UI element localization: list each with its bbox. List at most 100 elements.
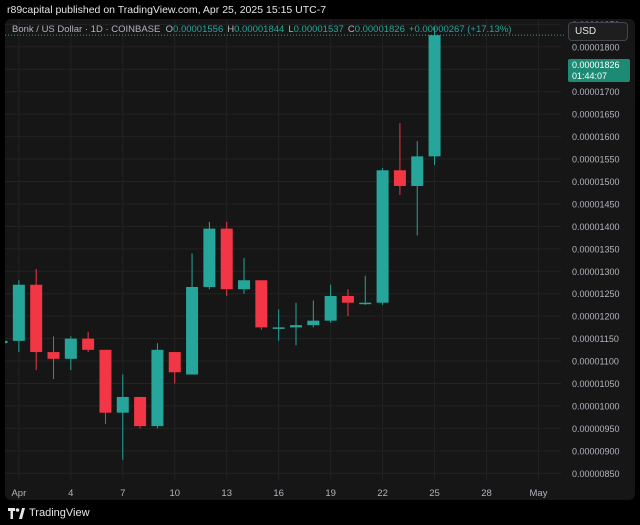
- tradingview-brand[interactable]: TradingView: [8, 507, 90, 519]
- candle-up[interactable]: [203, 221, 216, 290]
- candle-up[interactable]: [238, 257, 251, 294]
- symbol-name: Bonk / US Dollar · 1D · COINBASE: [12, 24, 161, 35]
- candlestick-chart[interactable]: 0.000018500.000018000.000017500.00001700…: [5, 19, 635, 500]
- candle-down[interactable]: [82, 331, 95, 353]
- candle-up[interactable]: [359, 275, 372, 305]
- price-tick-label: 0.00001550: [572, 155, 620, 165]
- candle-up[interactable]: [376, 168, 389, 305]
- candle-body: [99, 349, 112, 413]
- candle-body: [428, 35, 441, 157]
- date-tick-label: 4: [68, 488, 73, 499]
- date-tick-label: 19: [325, 488, 336, 499]
- currency-selector[interactable]: USD: [568, 22, 628, 41]
- price-tick-label: 0.00001300: [572, 267, 620, 277]
- candle-body: [82, 338, 95, 350]
- low-value: 0.00001537: [293, 24, 344, 35]
- candle-body: [324, 295, 337, 321]
- candle-up[interactable]: [324, 284, 337, 323]
- last-price-value: 0.00001826: [572, 60, 620, 70]
- date-tick-label: 22: [377, 488, 388, 499]
- price-tick-label: 0.00001500: [572, 177, 620, 187]
- price-tick-label: 0.00001650: [572, 110, 620, 120]
- brand-name: TradingView: [29, 507, 90, 519]
- candle-down[interactable]: [220, 221, 233, 296]
- last-price-tag: 0.00001826 01:44:07: [568, 59, 630, 82]
- candle-up[interactable]: [5, 339, 8, 346]
- price-tick-label: 0.00001200: [572, 312, 620, 322]
- candle-body: [47, 352, 60, 359]
- candle-up[interactable]: [12, 280, 25, 353]
- price-tick-label: 0.00000850: [572, 469, 620, 479]
- date-tick-label: 25: [429, 488, 440, 499]
- candle-body: [151, 349, 164, 427]
- candle-body: [255, 280, 268, 328]
- date-tick-label: 16: [273, 488, 284, 499]
- candle-body: [238, 280, 251, 290]
- price-tick-label: 0.00001450: [572, 199, 620, 209]
- candle-body: [12, 284, 25, 341]
- price-tick-label: 0.00001100: [572, 357, 619, 367]
- candle-up[interactable]: [411, 141, 424, 236]
- price-tick-label: 0.00001000: [572, 401, 620, 411]
- price-tick-label: 0.00001150: [572, 334, 619, 344]
- time-axis[interactable]: Apr 4 7 10 13 16 19 22 25 28 May: [11, 488, 547, 499]
- candle-body: [289, 325, 302, 328]
- price-tick-label: 0.00001250: [572, 289, 620, 299]
- price-tick-label: 0.00001400: [572, 222, 620, 232]
- candle-up[interactable]: [272, 309, 285, 341]
- date-tick-label: 7: [120, 488, 125, 499]
- candle-body: [134, 396, 147, 427]
- close-label: C: [347, 24, 355, 35]
- candle-up[interactable]: [151, 343, 164, 429]
- bar-countdown: 01:44:07: [572, 70, 608, 81]
- candle-up[interactable]: [307, 300, 320, 328]
- candle-body: [64, 338, 77, 359]
- currency-label: USD: [575, 26, 597, 37]
- candle-body: [116, 396, 129, 413]
- date-tick-label: 10: [169, 488, 180, 499]
- candle-down[interactable]: [168, 352, 181, 384]
- price-tick-label: 0.00001350: [572, 244, 620, 254]
- publish-info: r89capital published on TradingView.com,…: [7, 4, 327, 16]
- chart-panel[interactable]: 0.000018500.000018000.000017500.00001700…: [5, 19, 635, 500]
- candle-up[interactable]: [116, 374, 129, 460]
- candle-body: [203, 228, 216, 287]
- date-tick-label: 13: [221, 488, 232, 499]
- date-tick-label: 28: [481, 488, 492, 499]
- candle-body: [168, 352, 181, 373]
- candle-up[interactable]: [428, 27, 441, 165]
- candle-body: [411, 156, 424, 186]
- candle-body: [376, 170, 389, 303]
- price-axis[interactable]: 0.000018500.000018000.000017500.00001700…: [572, 20, 620, 479]
- candle-down[interactable]: [255, 280, 268, 330]
- price-tick-label: 0.00001050: [572, 379, 620, 389]
- open-label: O: [165, 24, 174, 35]
- candle-body: [186, 286, 199, 375]
- date-tick-label: Apr: [11, 488, 26, 499]
- date-tick-label: May: [530, 488, 548, 499]
- candle-body: [359, 302, 372, 305]
- price-tick-label: 0.00001600: [572, 132, 620, 142]
- price-tick-label: 0.00000950: [572, 424, 620, 434]
- candle-down[interactable]: [47, 336, 60, 380]
- candle-body: [307, 320, 320, 326]
- price-tick-label: 0.00001800: [572, 42, 620, 52]
- candle-down[interactable]: [134, 396, 147, 429]
- low-label: L: [288, 24, 294, 35]
- open-value: 0.00001556: [173, 24, 224, 35]
- candle-down[interactable]: [30, 269, 43, 371]
- candle-body: [220, 228, 233, 290]
- price-tick-label: 0.00000900: [572, 446, 620, 456]
- candle-body: [341, 295, 354, 303]
- candle-body: [393, 170, 406, 186]
- candle-up[interactable]: [64, 336, 77, 371]
- close-value: 0.00001826: [354, 24, 405, 35]
- candle-down[interactable]: [99, 349, 112, 424]
- change-value: +0.00000267 (+17.13%): [408, 24, 512, 35]
- tradingview-logo-icon: [8, 507, 25, 519]
- high-value: 0.00001844: [234, 24, 285, 35]
- candle-body: [272, 327, 285, 329]
- grid: [5, 19, 561, 480]
- price-tick-label: 0.00001700: [572, 87, 620, 97]
- screenshot-frame: r89capital published on TradingView.com,…: [0, 0, 640, 525]
